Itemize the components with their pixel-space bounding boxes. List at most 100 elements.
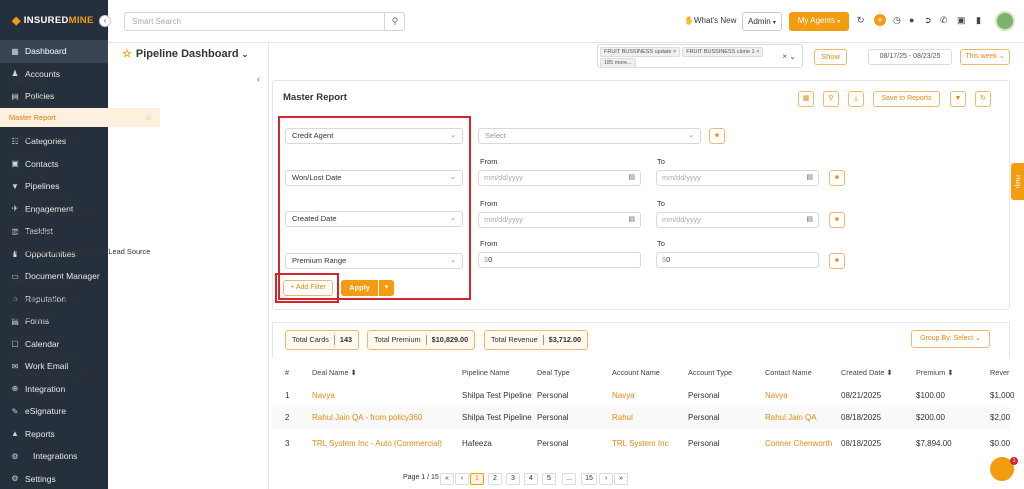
subnav-item[interactable]: Quote to close cards [0,295,160,304]
table-cell[interactable]: Rahul Jain QA - from policy360 [312,413,422,422]
device-icon[interactable]: ▮ [976,15,981,26]
filter-tag[interactable]: FRUIT BUSSINESS update × [600,47,681,57]
subnav-item[interactable]: Deal Stage Lifetime [0,352,160,361]
subnav-item[interactable]: Deal Report By Health/Labels/Lead Source [0,247,160,256]
last-page-button[interactable]: » [614,473,628,485]
page-title[interactable]: ☆ Pipeline Dashboard ⌄ [122,47,248,60]
table-cell[interactable]: Navya [312,391,335,400]
page-button[interactable]: 1 [470,473,484,485]
subnav-item[interactable]: Deal Activities Effort [0,276,160,285]
subnav-item[interactable]: Carrier goals [0,314,160,323]
created-to-date[interactable]: mm/dd/yyyy ▤ [656,212,819,228]
calendar-icon[interactable]: ▤ [628,213,635,227]
created-from-date[interactable]: mm/dd/yyyy ▤ [478,212,641,228]
my-agents-button[interactable]: My Agents ▾ [789,12,849,31]
page-button[interactable]: 15 [581,473,597,485]
subnav-item[interactable]: Deal by stage [0,228,160,237]
table-cell[interactable]: Conner Chenworth [765,439,832,448]
subnav-item[interactable]: Lead Flow [0,95,160,104]
sidebar-collapse-button[interactable]: ‹ [99,15,111,27]
sidebar-item-integrations[interactable]: ⚙ Integrations [0,445,108,468]
calendar-icon[interactable]: ▤ [806,171,813,185]
star-icon[interactable]: ☆ [145,113,152,122]
subnav-item[interactable]: Sales Goal [0,76,160,85]
filter-tag[interactable]: FRUIT BUSSINESS clone 1 × [682,47,764,57]
group-by-dropdown[interactable]: Group By: Select ⌄ [911,330,990,348]
won-lost-from-date[interactable]: mm/dd/yyyy ▤ [478,170,641,186]
subnav-item[interactable]: Lost Deal Reasons [0,190,160,199]
phone-icon[interactable]: ✆ [940,15,948,26]
credit-agent-select[interactable]: Credit Agent ⌄ [285,128,463,144]
calendar-icon[interactable]: ▤ [628,171,635,185]
download-icon[interactable]: ⤓ [848,91,864,107]
column-header[interactable]: Created Date ⬍ [841,368,893,377]
column-header[interactable]: Account Name [612,368,660,377]
subnav-item[interactable]: Deal by Category/Carrier [0,209,160,218]
save-to-reports-button[interactable]: Save to Reports [873,91,940,107]
page-button[interactable]: 5 [542,473,556,485]
premium-from-input[interactable]: $0 [478,252,641,268]
bell-icon[interactable]: ● [909,15,914,25]
table-cell[interactable]: TRL System Inc [612,439,669,448]
chip-icon[interactable]: ▣ [957,15,966,26]
column-header[interactable]: Deal Name ⬍ [312,368,357,377]
admin-dropdown[interactable]: Admin ▾ [742,12,782,31]
delete-filter-button[interactable]: ■ [709,128,725,144]
subnav-item[interactable]: Master Report ☆ [0,108,160,127]
table-cell[interactable]: Navya [612,391,635,400]
subnav-item[interactable]: Production [0,171,160,180]
add-filter-button[interactable]: + Add Filter [283,280,333,296]
created-date-select[interactable]: Created Date ⌄ [285,211,463,227]
won-lost-date-select[interactable]: Won/Lost Date ⌄ [285,170,463,186]
column-header[interactable]: # [285,368,289,377]
subnav-item[interactable]: Deal Conversion [0,333,160,342]
subnav-item[interactable]: Deal Status [0,152,160,161]
add-icon[interactable]: + [874,14,886,26]
clear-icon[interactable]: × ⌄ [782,52,796,61]
prev-page-button[interactable]: ‹ [455,473,469,485]
column-header[interactable]: Pipeline Name [462,368,509,377]
premium-range-select[interactable]: Premium Range ⌄ [285,253,463,269]
subnav-item[interactable]: Sales Pipeline By Agents [0,371,160,380]
search-input[interactable]: Smart Search [124,12,405,31]
reset-icon[interactable]: ↻ [975,91,991,107]
filter-tag-more[interactable]: 185 more... [600,58,636,68]
subnav-collapse-icon[interactable]: ‹ [257,74,260,84]
column-header[interactable]: Contact Name [765,368,812,377]
delete-filter-button[interactable]: ■ [829,253,845,269]
calendar-icon[interactable]: ▤ [806,213,813,227]
agent-value-select[interactable]: Select ⌄ [478,128,701,144]
sidebar-item-dashboard[interactable]: ▦ Dashboard [0,40,108,63]
refresh-icon[interactable]: ↻ [857,15,865,26]
sidebar-item-settings[interactable]: ⚙ Settings [0,468,108,489]
column-header[interactable]: Deal Type [537,368,570,377]
delete-filter-button[interactable]: ■ [829,212,845,228]
date-range-input[interactable]: 08/17/25 - 08/23/25 [868,49,952,65]
whats-new-link[interactable]: ✋What's New [684,12,736,31]
premium-to-input[interactable]: $0 [656,252,819,268]
column-header[interactable]: Rever [990,368,1009,377]
page-button[interactable]: ... [562,473,576,485]
page-button[interactable]: 4 [524,473,538,485]
apply-button[interactable]: Apply [341,280,378,296]
next-page-button[interactable]: › [599,473,613,485]
apply-dropdown-button[interactable]: ▾ [379,280,394,296]
first-page-button[interactable]: « [440,473,454,485]
page-button[interactable]: 3 [506,473,520,485]
show-button[interactable]: Show [814,49,847,65]
page-button[interactable]: 2 [488,473,502,485]
brand-logo[interactable]: ◆ INSURED MINE [0,0,108,40]
column-header[interactable]: Premium ⬍ [916,368,953,377]
table-cell[interactable]: Rahul [612,413,633,422]
table-row[interactable] [272,385,1010,407]
table-cell[interactable]: Rahul Jain QA [765,413,817,422]
sidebar-item-reports[interactable]: ▲ Reports [0,423,108,446]
search-icon[interactable]: ⚲ [823,91,839,107]
search-icon[interactable]: ⚲ [384,12,405,31]
sidebar-item-esignature[interactable]: ✎ eSignature [0,400,108,423]
help-tab[interactable]: Help [1011,163,1024,200]
filter-icon[interactable]: ▼ [950,91,966,107]
column-header[interactable]: Account Type [688,368,732,377]
won-lost-to-date[interactable]: mm/dd/yyyy ▤ [656,170,819,186]
logout-icon[interactable]: ➲ [924,15,932,26]
